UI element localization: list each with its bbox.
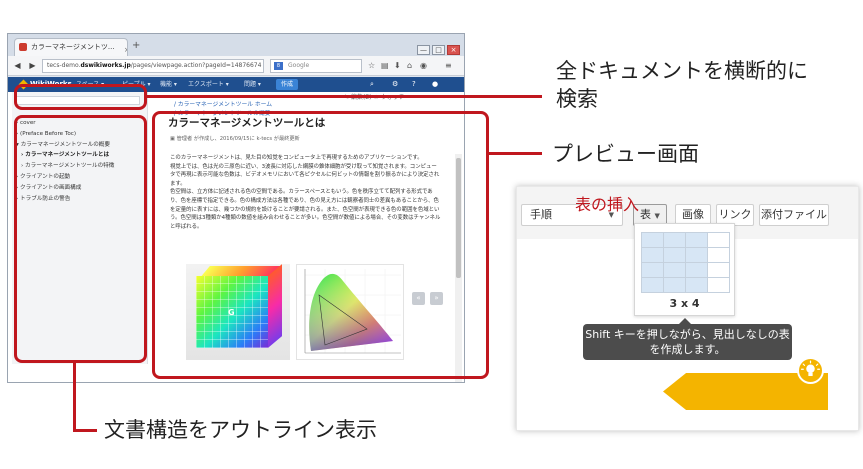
navigation-bar: ◀ ▶ tecs-demo.dswikiworks.jp/pages/viewp…	[8, 56, 464, 76]
outline-callout-vline	[73, 363, 76, 432]
library-icon[interactable]: ▤	[381, 60, 389, 71]
outline-highlight-box	[14, 115, 147, 363]
pocket-icon[interactable]: ◉	[420, 60, 427, 71]
grid-cell[interactable]	[707, 277, 730, 293]
forward-icon[interactable]: ▶	[27, 60, 38, 71]
grid-cell[interactable]	[641, 277, 664, 293]
menu-export[interactable]: エクスポート ▾	[188, 77, 229, 92]
back-icon[interactable]: ◀	[12, 60, 23, 71]
grid-cell[interactable]	[707, 232, 730, 248]
preview-callout-text: プレビュー画面	[552, 142, 699, 166]
avatar[interactable]: ●	[432, 77, 438, 92]
grid-cell[interactable]	[641, 247, 664, 263]
outline-callout-text: 文書構造をアウトライン表示	[104, 418, 377, 442]
attachment-button[interactable]: 添付ファイル	[759, 204, 829, 226]
menu-icon[interactable]: ≡	[445, 60, 452, 71]
maximize-button[interactable]: □	[432, 45, 445, 55]
tooltip: Shift キーを押しながら、見出しなしの表を作成します。	[583, 318, 792, 360]
url-prefix: tecs-demo.	[47, 62, 81, 69]
browser-search-field[interactable]: 8 Google	[270, 59, 362, 73]
outline-callout-hline	[73, 429, 97, 432]
home-icon[interactable]: ⌂	[407, 60, 412, 71]
download-icon[interactable]: ⬇	[394, 60, 401, 71]
grid-cell[interactable]	[663, 232, 686, 248]
grid-cell[interactable]	[707, 262, 730, 278]
menu-issues[interactable]: 問題 ▾	[244, 77, 261, 92]
search-callout-text: 全ドキュメントを横断的に 検索	[556, 57, 808, 113]
grid-cell[interactable]	[685, 277, 708, 293]
search-engine-icon[interactable]: 8	[274, 62, 283, 70]
browser-tab[interactable]: カラーマネージメントツ... ×	[14, 38, 128, 56]
new-tab-button[interactable]: +	[132, 41, 140, 51]
lightbulb-icon	[797, 357, 824, 384]
table-size-label: 3 x 4	[669, 297, 700, 310]
settings-gear-icon[interactable]: ⚙	[392, 77, 398, 92]
table-size-grid	[641, 232, 730, 293]
help-icon[interactable]: ?	[412, 77, 416, 92]
grid-cell[interactable]	[685, 262, 708, 278]
table-size-picker: 3 x 4	[634, 223, 735, 316]
insert-table-badge-text: 表の挿入	[575, 195, 640, 214]
window-controls: — □ ×	[415, 37, 460, 55]
bookmark-star-icon[interactable]: ☆	[368, 60, 375, 71]
tooltip-text: Shift キーを押しながら、見出しなしの表を作成します。	[585, 328, 790, 356]
search-callout-line	[147, 95, 542, 98]
search-callout-line2: 検索	[556, 87, 598, 111]
grid-cell[interactable]	[663, 277, 686, 293]
tab-title: カラーマネージメントツ...	[31, 43, 115, 51]
breadcrumb-link[interactable]: / カラーマネージメントツール ホーム	[174, 101, 272, 110]
grid-cell[interactable]	[641, 232, 664, 248]
tab-close-icon[interactable]: ×	[124, 46, 127, 54]
url-path: /pages/viewpage.action?pageId=14876674	[130, 62, 262, 69]
grid-cell[interactable]	[685, 232, 708, 248]
tooltip-arrow	[679, 318, 691, 324]
menu-features[interactable]: 機能 ▾	[160, 77, 177, 92]
chevron-down-icon: ▼	[654, 212, 660, 220]
grid-cell[interactable]	[663, 262, 686, 278]
address-bar[interactable]: tecs-demo.dswikiworks.jp/pages/viewpage.…	[42, 59, 264, 73]
create-button[interactable]: 作成	[276, 79, 299, 90]
grid-cell[interactable]	[707, 247, 730, 263]
url-host: dswikiworks.jp	[80, 62, 131, 69]
search-highlight-box	[14, 84, 147, 110]
grid-cell[interactable]	[685, 247, 708, 263]
minimize-button[interactable]: —	[417, 45, 430, 55]
lightbulb-glyph	[800, 360, 821, 377]
wiki-search-icon[interactable]: ⌕	[370, 77, 374, 92]
close-window-button[interactable]: ×	[447, 45, 460, 55]
preview-callout-line	[489, 152, 542, 155]
grid-cell[interactable]	[663, 247, 686, 263]
favicon-icon	[19, 43, 27, 51]
editor-inset: 手順 ▼ 表 ▼ 画像 リンク 添付ファイル 3 x 4 Shift キーを押し…	[516, 186, 859, 431]
search-callout-line1: 全ドキュメントを横断的に	[556, 59, 808, 83]
tab-bar: カラーマネージメントツ... × + —□×	[8, 34, 464, 56]
grid-cell[interactable]	[641, 262, 664, 278]
preview-highlight-box	[152, 111, 489, 379]
search-placeholder: Google	[288, 62, 310, 69]
